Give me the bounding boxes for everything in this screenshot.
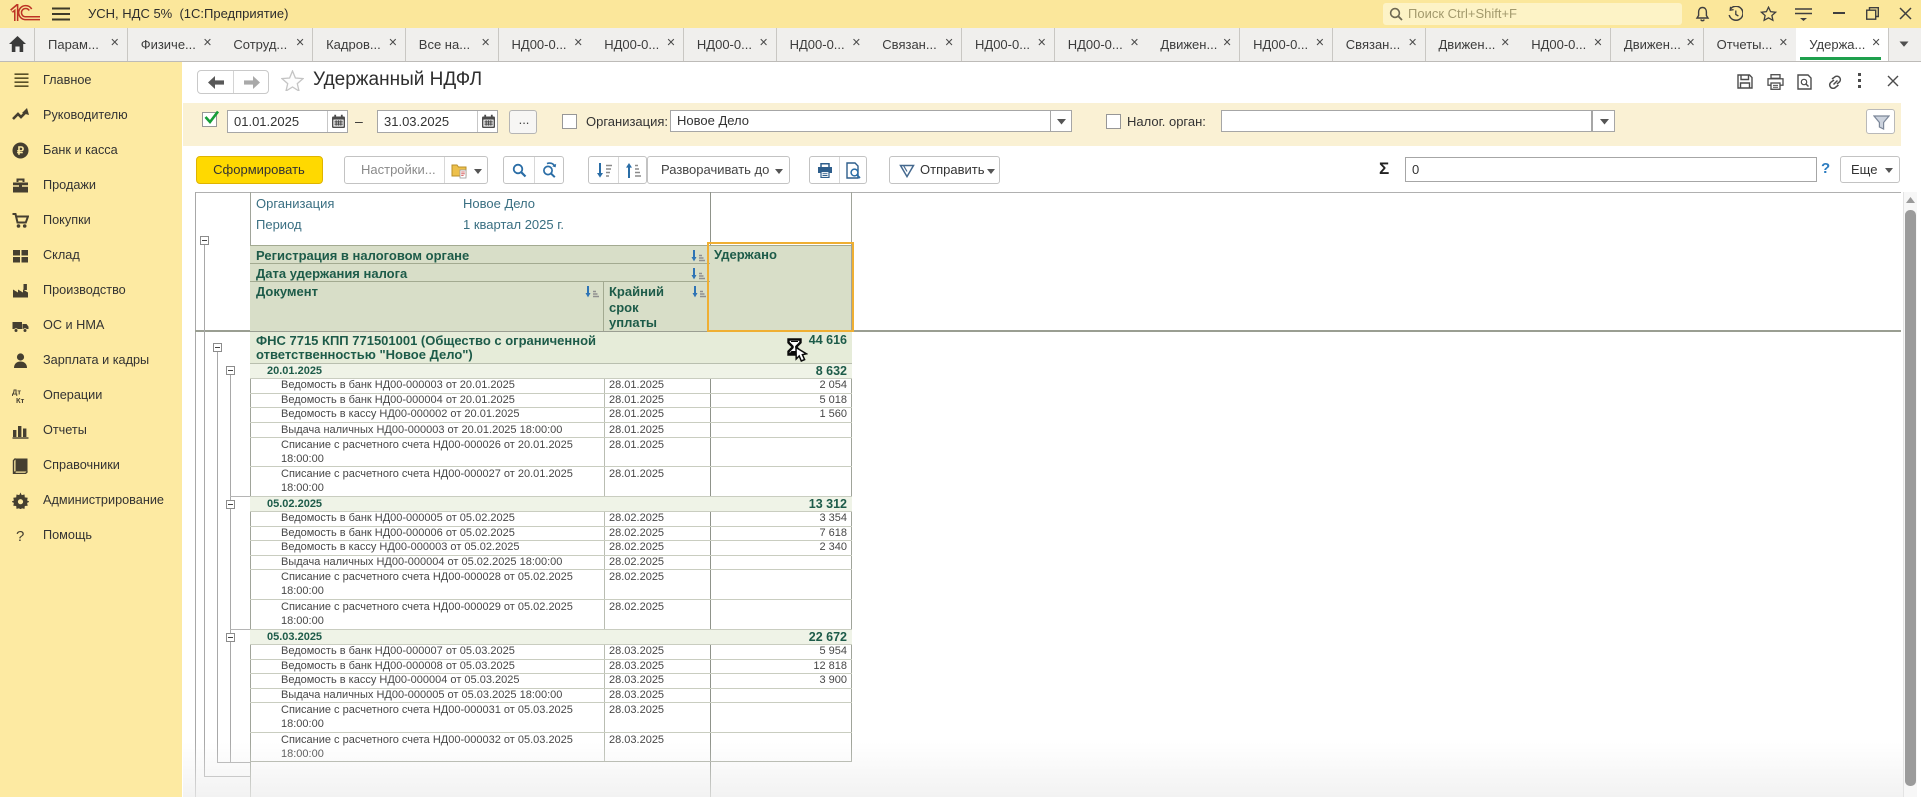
svg-text:?: ? xyxy=(16,528,24,544)
svg-text:₽: ₽ xyxy=(17,145,24,157)
svg-text:Кт: Кт xyxy=(16,396,25,404)
